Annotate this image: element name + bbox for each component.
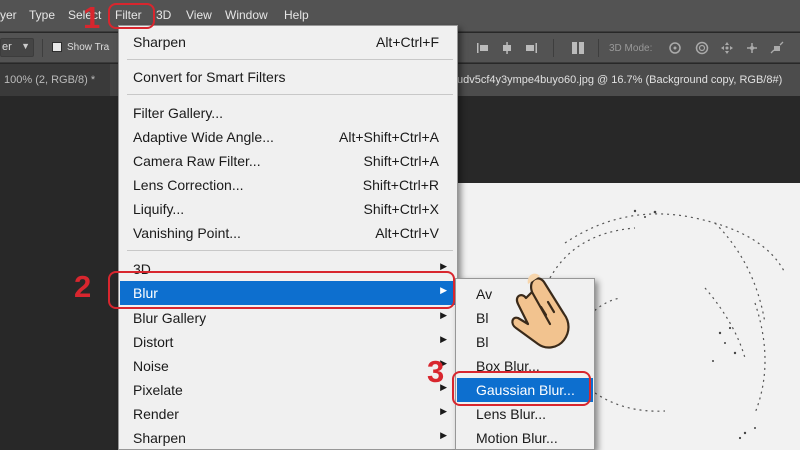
menu-type[interactable]: Type xyxy=(29,8,55,22)
slide-3d-icon[interactable] xyxy=(745,41,759,55)
menu-item-label: Sharpen xyxy=(133,34,186,50)
align-left-icon[interactable] xyxy=(476,41,490,55)
menu-item-filter-gallery[interactable]: Filter Gallery... xyxy=(120,101,456,125)
submenu-item-label: Bl xyxy=(476,334,489,350)
menu-item-label: Adaptive Wide Angle... xyxy=(133,129,274,145)
menu-item-noise[interactable]: Noise ▶ xyxy=(120,354,456,378)
tool-preset-value: er xyxy=(2,41,12,53)
menu-item-label: Blur Gallery xyxy=(133,310,207,326)
annotation-ring-filter xyxy=(108,3,155,29)
menu-item-label: Liquify... xyxy=(133,201,185,217)
filter-menu: Sharpen Alt+Ctrl+F Convert for Smart Fil… xyxy=(118,25,458,450)
submenu-item-motion-blur[interactable]: Motion Blur... xyxy=(457,426,593,450)
menu-window[interactable]: Window xyxy=(225,8,268,22)
menu-item-shortcut: Shift+Ctrl+R xyxy=(362,177,439,193)
menu-help[interactable]: Help xyxy=(284,8,309,22)
menu-item-shortcut: Alt+Ctrl+F xyxy=(375,34,439,50)
menu-item-distort[interactable]: Distort ▶ xyxy=(120,330,456,354)
menu-item-label: Sharpen xyxy=(133,430,186,446)
step-number-2: 2 xyxy=(74,269,92,304)
menu-separator xyxy=(127,59,453,60)
step-number-1: 1 xyxy=(83,0,101,35)
tool-preset-select[interactable]: er ▼ xyxy=(0,38,34,57)
roll-3d-icon[interactable] xyxy=(695,41,709,55)
tab-document-active[interactable]: udv5cf4y3ympe4buyo60.jpg @ 16.7% (Backgr… xyxy=(455,64,800,96)
menu-item-liquify[interactable]: Liquify... Shift+Ctrl+X xyxy=(120,197,456,221)
menu-item-lens-correction[interactable]: Lens Correction... Shift+Ctrl+R xyxy=(120,173,456,197)
menu-item-shortcut: Alt+Ctrl+V xyxy=(375,225,439,241)
scale-3d-icon[interactable] xyxy=(770,41,784,55)
menu-item-label: Noise xyxy=(133,358,169,374)
show-transform-label: Show Tra xyxy=(67,42,110,53)
menu-item-shortcut: Shift+Ctrl+X xyxy=(363,201,439,217)
menu-item-label: Distort xyxy=(133,334,174,350)
submenu-item-label: Motion Blur... xyxy=(476,430,558,446)
divider xyxy=(598,39,599,57)
step-number-3: 3 xyxy=(427,354,445,389)
chevron-down-icon: ▼ xyxy=(21,41,30,51)
submenu-item-label: Lens Blur... xyxy=(476,406,547,422)
menu-item-label: Filter Gallery... xyxy=(133,105,223,121)
annotation-ring-gaussian xyxy=(452,371,591,406)
menu-layer[interactable]: yer xyxy=(0,8,17,22)
menu-item-sharpen[interactable]: Sharpen ▶ xyxy=(120,426,456,450)
menu-item-vanishing-point[interactable]: Vanishing Point... Alt+Ctrl+V xyxy=(120,221,456,245)
submenu-arrow-icon: ▶ xyxy=(440,406,447,416)
divider xyxy=(42,39,43,57)
align-right-icon[interactable] xyxy=(524,41,538,55)
menu-3d[interactable]: 3D xyxy=(156,8,171,22)
menu-separator xyxy=(127,94,453,95)
menu-item-label: Camera Raw Filter... xyxy=(133,153,261,169)
submenu-arrow-icon: ▶ xyxy=(440,430,447,440)
menu-separator xyxy=(127,250,453,251)
rotate-3d-icon[interactable] xyxy=(668,41,682,55)
menu-item-label: Vanishing Point... xyxy=(133,225,241,241)
menu-item-label: Render xyxy=(133,406,179,422)
menu-item-label: Lens Correction... xyxy=(133,177,244,193)
distribute-icon[interactable] xyxy=(571,41,585,55)
menu-item-label: Convert for Smart Filters xyxy=(133,69,286,85)
annotation-ring-blur xyxy=(108,271,455,309)
drag-3d-icon[interactable] xyxy=(720,41,734,55)
tab-title: udv5cf4y3ympe4buyo60.jpg @ 16.7% (Backgr… xyxy=(457,74,783,86)
menu-item-sharpen-last[interactable]: Sharpen Alt+Ctrl+F xyxy=(120,30,456,54)
submenu-item-label: Bl xyxy=(476,310,489,326)
tab-document-1[interactable]: 100% (2, RGB/8) * xyxy=(0,64,110,96)
tab-title: 100% (2, RGB/8) * xyxy=(4,74,96,86)
menu-item-render[interactable]: Render ▶ xyxy=(120,402,456,426)
submenu-arrow-icon: ▶ xyxy=(440,334,447,344)
pointing-hand-icon xyxy=(511,273,570,349)
menu-item-label: Pixelate xyxy=(133,382,183,398)
align-center-icon[interactable] xyxy=(500,41,514,55)
menu-item-shortcut: Shift+Ctrl+A xyxy=(363,153,439,169)
menu-item-camera-raw[interactable]: Camera Raw Filter... Shift+Ctrl+A xyxy=(120,149,456,173)
menu-item-adaptive-wide-angle[interactable]: Adaptive Wide Angle... Alt+Shift+Ctrl+A xyxy=(120,125,456,149)
3d-mode-label: 3D Mode: xyxy=(609,43,653,54)
menu-view[interactable]: View xyxy=(186,8,212,22)
menu-item-shortcut: Alt+Shift+Ctrl+A xyxy=(339,129,439,145)
menu-item-convert-smart-filters[interactable]: Convert for Smart Filters xyxy=(120,65,456,89)
menu-item-blur-gallery[interactable]: Blur Gallery ▶ xyxy=(120,306,456,330)
menu-item-pixelate[interactable]: Pixelate ▶ xyxy=(120,378,456,402)
show-transform-checkbox[interactable] xyxy=(52,42,62,52)
divider xyxy=(553,39,554,57)
submenu-arrow-icon: ▶ xyxy=(440,310,447,320)
